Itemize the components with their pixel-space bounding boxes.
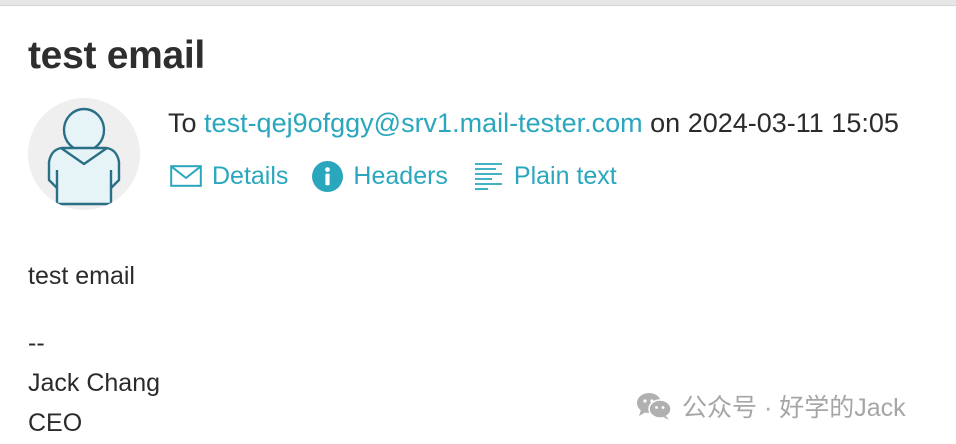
details-label: Details [212,161,289,190]
recipient-line: To test-qej9ofggy@srv1.mail-tester.com o… [168,108,899,139]
email-view: test email To test-qej9ofggy@srv1.mail-t… [0,0,956,444]
body-line: test email [28,262,135,290]
email-body: test email -- Jack Chang CEO [28,256,160,443]
plain-text-button[interactable]: Plain text [474,161,617,191]
watermark: 公众号 · 好学的Jack [636,389,906,423]
details-button[interactable]: Details [170,162,288,191]
signature-title: CEO [28,409,83,437]
date-prefix: on [650,108,681,138]
top-divider [0,0,956,6]
recipient-link[interactable]: test-qej9ofggy@srv1.mail-tester.com [204,108,643,138]
headers-button[interactable]: Headers [312,160,448,192]
plain-text-label: Plain text [513,161,617,190]
wechat-icon [636,391,672,421]
email-subject: test email [28,34,205,77]
signature-separator: -- [28,329,45,357]
message-actions: Details Headers Plain text [170,158,617,194]
signature-name: Jack Chang [28,369,161,397]
body-spacer [28,296,160,323]
user-avatar-icon [47,107,121,206]
text-lines-icon [474,161,504,191]
sender-avatar [28,98,140,210]
info-icon [312,160,344,192]
envelope-icon [170,165,202,187]
to-label: To [168,108,197,138]
headers-label: Headers [353,161,448,190]
email-datetime: 2024-03-11 15:05 [687,108,899,138]
watermark-text: 公众号 · 好学的Jack [682,394,906,422]
